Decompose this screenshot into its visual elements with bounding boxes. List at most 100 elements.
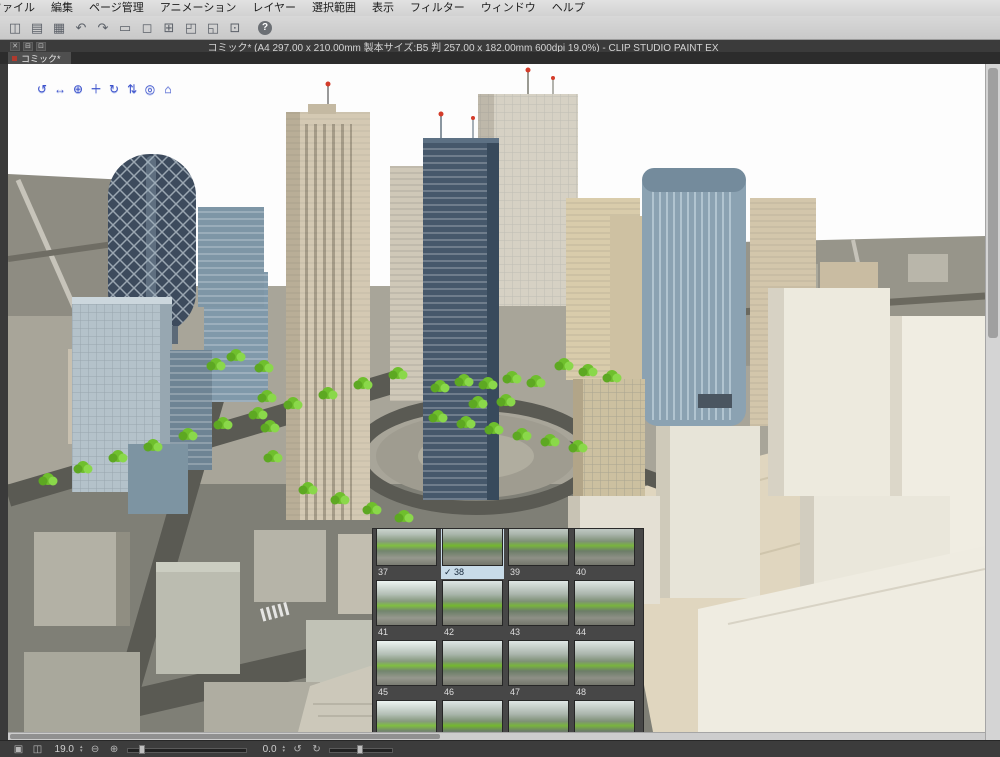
material-thumbnail[interactable]: 37 (375, 529, 438, 579)
thumbnail-number: ✓ 38 (444, 567, 465, 577)
main-toolbar: ◫ ▤ ▦ ↶ ↷ ▭ ◻ ⊞ ◰ ◱ ⊡ ? (0, 16, 1000, 40)
document-title-bar: ✕ ⊟ ⊡ コミック* (A4 297.00 x 210.00mm 製本サイズ:B5… (0, 40, 1000, 54)
thumbnail-number: 41 (378, 627, 389, 637)
thumbnail-image (508, 529, 569, 566)
material-thumbnail[interactable]: 47 (507, 639, 570, 699)
rotate-left-icon[interactable]: ↺ (291, 744, 304, 755)
thumbnail-image (376, 580, 437, 626)
menu-item[interactable]: アニメーション (152, 1, 245, 16)
material-thumbnail[interactable]: 43 (507, 579, 570, 639)
snap-grid-icon[interactable]: ◱ (204, 19, 222, 36)
horizontal-scrollbar-thumb[interactable] (10, 734, 440, 739)
menu-item[interactable]: レイヤー (244, 1, 304, 16)
camera-home-icon[interactable]: ⌂ (160, 82, 176, 97)
thumbnail-grid: 37 ✓ 38 39 40 41 42 43 44 45 46 47 48 (373, 529, 643, 756)
material-thumbnail[interactable]: 41 (375, 579, 438, 639)
maximize-icon[interactable]: ⊡ (36, 41, 46, 51)
material-thumbnail[interactable]: 45 (375, 639, 438, 699)
rotate-reset-icon[interactable]: ⊡ (226, 19, 244, 36)
camera-rotate-icon[interactable]: ↺ (34, 82, 50, 97)
undo-icon[interactable]: ↶ (72, 19, 90, 36)
menu-item[interactable]: ページ管理 (81, 1, 152, 16)
rotation-slider-knob[interactable] (357, 744, 364, 754)
deselect-icon[interactable]: ▭ (116, 19, 134, 36)
thumbnail-image (574, 640, 635, 686)
material-thumbnail[interactable]: ✓ 38 (441, 529, 504, 579)
thumbnail-image (376, 640, 437, 686)
menu-item[interactable]: ウィンドウ (473, 1, 544, 16)
document-tab[interactable]: コミック* (8, 52, 71, 64)
window-buttons: ✕ ⊟ ⊡ (10, 41, 46, 51)
thumbnail-number: 40 (576, 567, 587, 577)
vertical-scrollbar[interactable] (985, 64, 1000, 740)
material-thumbnail[interactable]: 42 (441, 579, 504, 639)
rotation-slider[interactable] (329, 744, 394, 754)
thumbnail-number: 42 (444, 627, 455, 637)
invert-selection-icon[interactable]: ⊞ (160, 19, 178, 36)
fit-screen-icon[interactable]: ▣ (12, 744, 25, 755)
zoom-slider[interactable] (126, 744, 247, 754)
tab-label: コミック* (21, 53, 61, 64)
camera-pan-icon[interactable]: ↔ (52, 82, 68, 97)
menu-item[interactable]: 選択範囲 (304, 1, 364, 16)
zoom-slider-track (126, 747, 247, 753)
thumbnail-number: 45 (378, 687, 389, 697)
snap-ruler-icon[interactable]: ◰ (182, 19, 200, 36)
rotate-right-icon[interactable]: ↻ (310, 744, 323, 755)
menu-item[interactable]: フィルター (402, 1, 473, 16)
thumbnail-number: 43 (510, 627, 521, 637)
thumbnail-image (376, 529, 437, 566)
thumbnail-number: 47 (510, 687, 521, 697)
menu-item[interactable]: 編集 (43, 1, 81, 16)
thumbnail-image (508, 640, 569, 686)
vertical-scrollbar-thumb[interactable] (988, 68, 998, 338)
document-tab-bar: コミック* (0, 52, 1000, 64)
open-file-icon[interactable]: ▤ (28, 19, 46, 36)
object-snap-icon[interactable]: ◎ (142, 82, 158, 97)
actual-size-icon[interactable]: ◫ (31, 744, 44, 755)
menu-strip: ファイル編集ページ管理アニメーションレイヤー選択範囲表示フィルターウィンドウヘル… (0, 1, 593, 16)
zoom-value: 19.0 (54, 743, 74, 755)
new-document-icon[interactable]: ◫ (6, 19, 24, 36)
object-rotate-icon[interactable]: ↻ (106, 82, 122, 97)
toolbar-icons: ◫ ▤ ▦ ↶ ↷ ▭ ◻ ⊞ ◰ ◱ ⊡ (6, 19, 244, 36)
thumbnail-image (508, 580, 569, 626)
minimize-icon[interactable]: ⊟ (23, 41, 33, 51)
camera-zoom-icon[interactable]: ⊕ (70, 82, 86, 97)
zoom-slider-knob[interactable] (138, 744, 145, 754)
rotation-stepper-down-icon[interactable]: ▾ (283, 749, 286, 754)
menu-item[interactable]: ヘルプ (544, 1, 593, 16)
thumbnail-image (574, 529, 635, 566)
thumbnail-number: 44 (576, 627, 587, 637)
zoom-in-icon[interactable]: ⊕ (108, 744, 121, 755)
horizontal-scrollbar[interactable] (8, 732, 985, 740)
close-icon[interactable]: ✕ (10, 41, 20, 51)
menu-item[interactable]: ファイル (0, 1, 43, 16)
select-border-icon[interactable]: ◻ (138, 19, 156, 36)
redo-icon[interactable]: ↷ (94, 19, 112, 36)
thumbnail-image (442, 580, 503, 626)
rotation-value: 0.0 (262, 743, 277, 755)
material-thumbnail[interactable]: 44 (573, 579, 636, 639)
thumbnail-number: 48 (576, 687, 587, 697)
material-thumbnail[interactable]: 46 (441, 639, 504, 699)
material-thumbnail[interactable]: 48 (573, 639, 636, 699)
material-thumbnail[interactable]: 40 (573, 529, 636, 579)
material-thumbnail[interactable]: 39 (507, 529, 570, 579)
rotation-stepper[interactable]: ▴ ▾ (283, 745, 286, 754)
zoom-stepper[interactable]: ▴ ▾ (80, 745, 83, 754)
tab-color-chip (12, 55, 17, 61)
help-button[interactable]: ? (258, 20, 272, 35)
zoom-stepper-down-icon[interactable]: ▾ (80, 749, 83, 754)
status-bar: ▣ ◫ 19.0 ▴ ▾ ⊖ ⊕ 0.0 ▴ ▾ ↺ ↻ (0, 740, 1000, 757)
3d-layout-thumbnail-panel: 37 ✓ 38 39 40 41 42 43 44 45 46 47 48 (372, 528, 644, 757)
object-move-icon[interactable]: ＋ (88, 82, 104, 97)
menu-item[interactable]: 表示 (364, 1, 402, 16)
save-icon[interactable]: ▦ (50, 19, 68, 36)
thumbnail-image (442, 640, 503, 686)
zoom-out-icon[interactable]: ⊖ (89, 744, 102, 755)
thumbnail-number: 46 (444, 687, 455, 697)
thumbnail-number: 37 (378, 567, 389, 577)
object-lift-icon[interactable]: ⇅ (124, 82, 140, 97)
menu-bar: ファイル編集ページ管理アニメーションレイヤー選択範囲表示フィルターウィンドウヘル… (0, 0, 1000, 17)
